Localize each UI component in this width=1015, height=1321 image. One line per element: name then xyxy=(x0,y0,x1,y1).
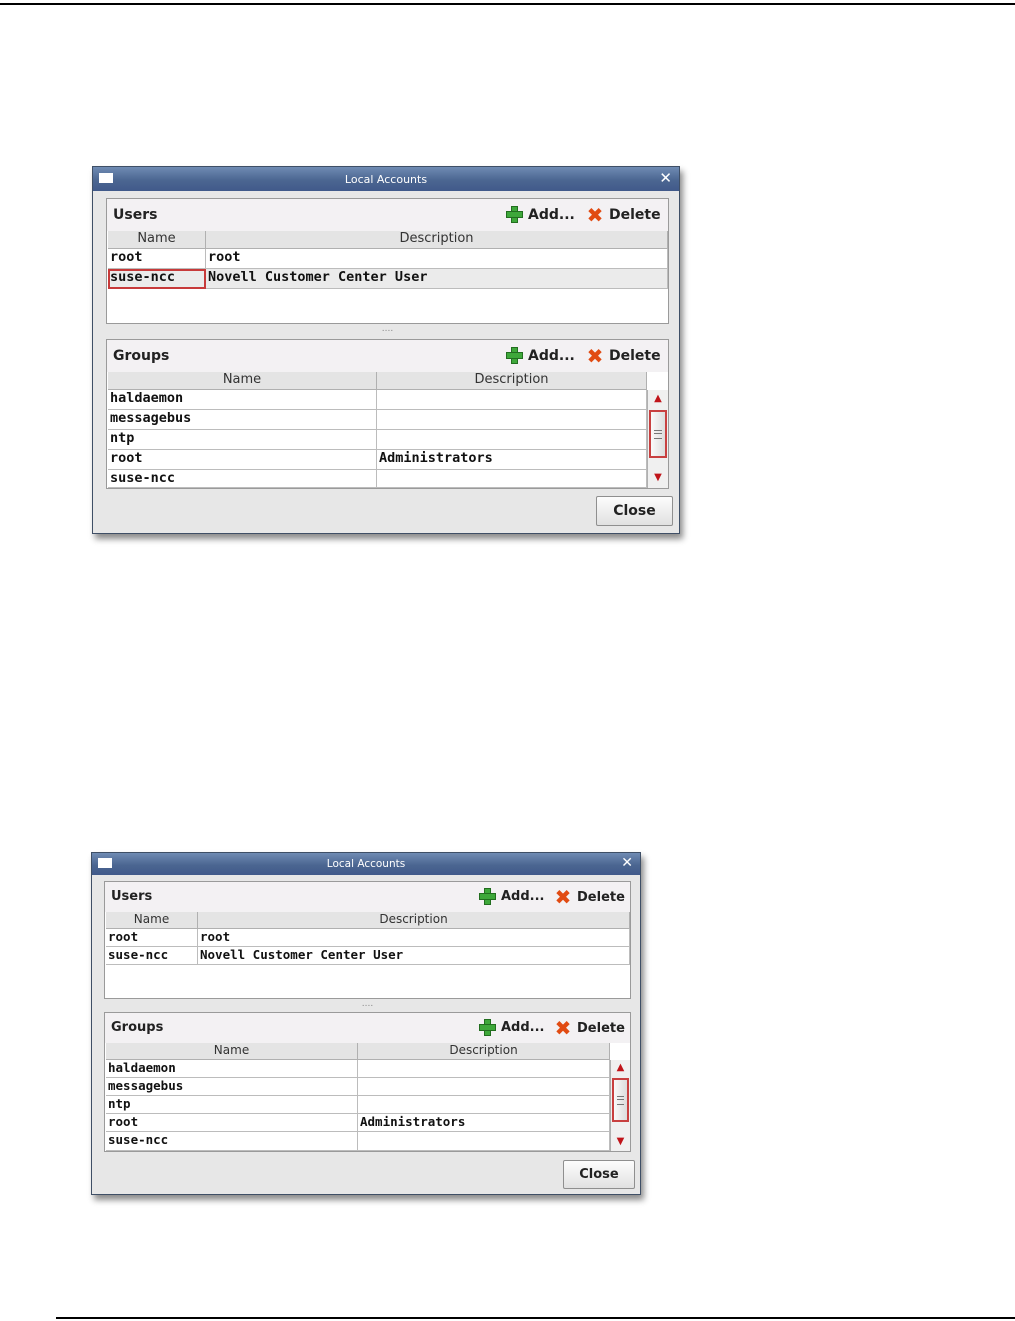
close-button[interactable]: Close xyxy=(596,496,673,526)
dialog-title: Local Accounts xyxy=(344,172,428,186)
user-description-cell: Novell Customer Center User xyxy=(206,269,668,289)
group-description-cell xyxy=(377,470,647,488)
add-icon xyxy=(506,347,523,364)
groups-panel-title: Groups xyxy=(111,1020,164,1035)
delete-icon: ✖ xyxy=(554,1016,572,1040)
pane-splitter[interactable]: .... xyxy=(104,999,631,1010)
close-button[interactable]: Close xyxy=(563,1160,635,1189)
add-icon xyxy=(479,1019,496,1036)
local-accounts-dialog: Local Accounts ✕ Users Add... ✖ Delete N… xyxy=(92,166,680,534)
groups-column-description[interactable]: Description xyxy=(377,372,647,390)
user-description-cell: Novell Customer Center User xyxy=(198,947,630,965)
add-icon xyxy=(479,888,496,905)
groups-scrollbar[interactable]: ▲ ▼ xyxy=(610,1060,630,1151)
group-description-cell xyxy=(358,1132,610,1151)
users-panel-title: Users xyxy=(113,207,158,223)
page-bottom-rule xyxy=(56,1317,1015,1319)
groups-panel: Groups Add... ✖ Delete Name Description … xyxy=(104,1012,631,1152)
scroll-thumb[interactable] xyxy=(612,1078,629,1122)
group-name-cell: root xyxy=(108,450,377,470)
users-column-description[interactable]: Description xyxy=(198,912,630,929)
page-top-rule xyxy=(0,3,1015,5)
group-name-cell: suse-ncc xyxy=(106,1132,358,1151)
add-group-button[interactable]: Add... xyxy=(479,1019,545,1036)
dialog-titlebar[interactable]: Local Accounts ✕ xyxy=(93,167,679,191)
add-user-label: Add... xyxy=(501,889,545,904)
close-icon[interactable]: ✕ xyxy=(621,855,633,872)
group-name-cell: ntp xyxy=(106,1096,358,1114)
grip-icon xyxy=(654,430,662,439)
delete-icon: ✖ xyxy=(586,203,604,227)
users-panel-title: Users xyxy=(111,889,153,904)
delete-user-button[interactable]: ✖ Delete xyxy=(554,885,625,909)
delete-group-button[interactable]: ✖ Delete xyxy=(586,344,661,368)
groups-panel: Groups Add... ✖ Delete Name Description … xyxy=(106,339,669,489)
groups-panel-title: Groups xyxy=(113,348,170,364)
add-icon xyxy=(506,206,523,223)
add-user-button[interactable]: Add... xyxy=(506,206,575,223)
users-panel: Users Add... ✖ Delete Name Description r… xyxy=(104,881,631,999)
group-description-cell xyxy=(358,1060,610,1078)
groups-column-description[interactable]: Description xyxy=(358,1043,610,1060)
user-name-cell: suse-ncc xyxy=(106,947,198,965)
delete-user-label: Delete xyxy=(609,207,661,223)
users-column-description[interactable]: Description xyxy=(206,231,668,249)
group-description-cell xyxy=(358,1096,610,1114)
group-description-cell xyxy=(377,430,647,450)
delete-group-button[interactable]: ✖ Delete xyxy=(554,1016,625,1040)
group-name-cell: ntp xyxy=(108,430,377,450)
group-description-cell xyxy=(377,410,647,430)
scroll-down-arrow-icon[interactable]: ▼ xyxy=(611,1136,630,1147)
scroll-thumb[interactable] xyxy=(649,410,667,458)
users-panel: Users Add... ✖ Delete Name Description r… xyxy=(106,198,669,324)
users-panel-header: Users Add... ✖ Delete xyxy=(105,882,630,912)
users-panel-header: Users Add... ✖ Delete xyxy=(107,199,668,231)
scroll-up-arrow-icon[interactable]: ▲ xyxy=(648,393,668,404)
add-user-button[interactable]: Add... xyxy=(479,888,545,905)
add-group-label: Add... xyxy=(501,1020,545,1035)
table-row[interactable]: suse-ncc Novell Customer Center User xyxy=(108,269,668,289)
user-name-cell: root xyxy=(108,249,206,269)
grip-icon xyxy=(617,1096,624,1105)
group-name-cell: root xyxy=(106,1114,358,1132)
pane-splitter[interactable]: .... xyxy=(106,324,669,336)
group-name-cell: suse-ncc xyxy=(108,470,377,488)
groups-column-name[interactable]: Name xyxy=(108,372,377,390)
user-description-cell: root xyxy=(198,929,630,947)
close-icon[interactable]: ✕ xyxy=(659,170,672,187)
dialog-titlebar[interactable]: Local Accounts ✕ xyxy=(92,853,640,875)
group-name-cell: messagebus xyxy=(108,410,377,430)
scroll-up-arrow-icon[interactable]: ▲ xyxy=(611,1062,630,1073)
groups-column-name[interactable]: Name xyxy=(106,1043,358,1060)
groups-scrollbar[interactable]: ▲ ▼ xyxy=(647,390,668,488)
scroll-down-arrow-icon[interactable]: ▼ xyxy=(648,472,668,483)
add-group-button[interactable]: Add... xyxy=(506,347,575,364)
add-user-label: Add... xyxy=(528,206,575,223)
user-description-cell: root xyxy=(206,249,668,269)
window-menu-icon[interactable] xyxy=(99,173,113,183)
window-menu-icon[interactable] xyxy=(98,858,112,868)
delete-icon: ✖ xyxy=(554,885,572,909)
group-name-cell: haldaemon xyxy=(108,390,377,410)
group-description-cell: Administrators xyxy=(358,1114,610,1132)
groups-panel-header: Groups Add... ✖ Delete xyxy=(107,340,668,372)
local-accounts-dialog: Local Accounts ✕ Users Add... ✖ Delete N… xyxy=(91,852,641,1195)
add-group-label: Add... xyxy=(528,347,575,364)
delete-group-label: Delete xyxy=(609,348,661,364)
delete-user-label: Delete xyxy=(577,889,625,905)
groups-panel-header: Groups Add... ✖ Delete xyxy=(105,1013,630,1043)
user-name-cell: root xyxy=(106,929,198,947)
users-column-name[interactable]: Name xyxy=(108,231,206,249)
group-description-cell xyxy=(377,390,647,410)
dialog-title: Local Accounts xyxy=(326,858,406,870)
group-name-cell: haldaemon xyxy=(106,1060,358,1078)
user-name-cell: suse-ncc xyxy=(108,269,206,289)
delete-icon: ✖ xyxy=(586,344,604,368)
delete-user-button[interactable]: ✖ Delete xyxy=(586,203,661,227)
group-description-cell xyxy=(358,1078,610,1096)
group-name-cell: messagebus xyxy=(106,1078,358,1096)
users-column-name[interactable]: Name xyxy=(106,912,198,929)
delete-group-label: Delete xyxy=(577,1020,625,1036)
group-description-cell: Administrators xyxy=(377,450,647,470)
